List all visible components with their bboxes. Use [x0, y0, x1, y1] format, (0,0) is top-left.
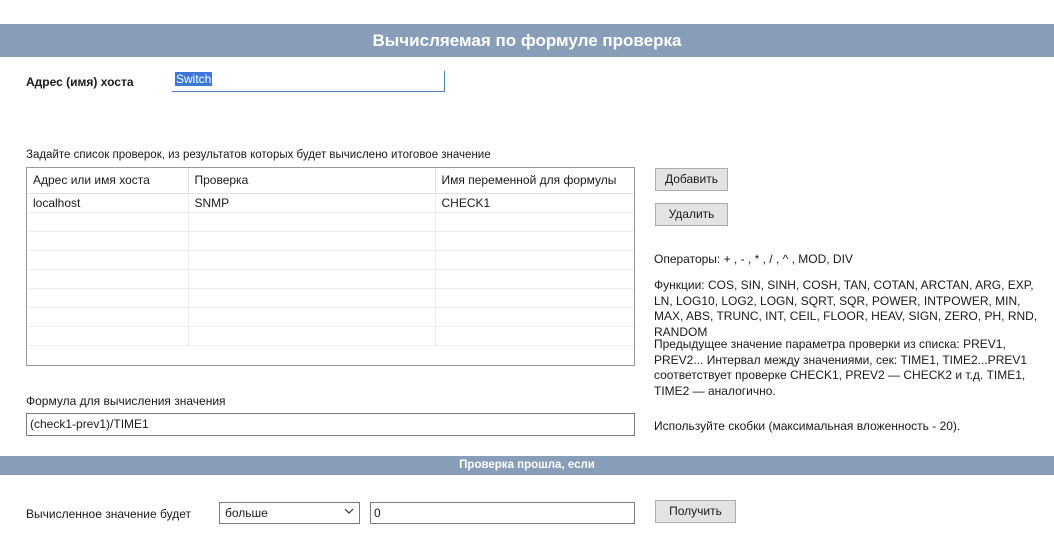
cell-host: localhost — [27, 193, 189, 213]
cell-check — [188, 288, 436, 308]
column-header-check[interactable]: Проверка — [188, 168, 436, 194]
delete-check-button[interactable]: Удалить — [655, 203, 728, 226]
table-row[interactable] — [27, 288, 634, 308]
cell-variable — [435, 326, 634, 346]
cell-check: SNMP — [188, 193, 436, 213]
checks-table[interactable]: Адрес или имя хоста Проверка Имя перемен… — [26, 167, 635, 366]
table-row[interactable] — [27, 326, 634, 346]
formula-input[interactable]: (check1-prev1)/TIME1 — [26, 413, 635, 436]
table-row[interactable]: localhost SNMP CHECK1 — [27, 193, 634, 213]
table-row[interactable] — [27, 307, 634, 327]
cell-host — [27, 250, 189, 270]
get-value-button[interactable]: Получить — [655, 500, 736, 523]
formula-label: Формула для вычисления значения — [26, 394, 226, 408]
column-header-variable[interactable]: Имя переменной для формулы — [435, 168, 634, 194]
cell-check — [188, 212, 436, 232]
cell-check — [188, 269, 436, 289]
threshold-value-input[interactable]: 0 — [370, 502, 635, 524]
functions-help: Функции: COS, SIN, SINH, COSH, TAN, COTA… — [654, 278, 1038, 339]
brackets-help: Используйте скобки (максимальная вложенн… — [654, 419, 961, 433]
cell-check — [188, 231, 436, 251]
page-title: Вычисляемая по формуле проверка — [0, 24, 1054, 57]
add-check-button[interactable]: Добавить — [655, 168, 728, 191]
table-row[interactable] — [27, 269, 634, 289]
cell-variable — [435, 288, 634, 308]
host-label: Адрес (имя) хоста — [26, 75, 134, 89]
table-row[interactable] — [27, 231, 634, 251]
cell-host — [27, 231, 189, 251]
cell-host — [27, 307, 189, 327]
operators-help: Операторы: + , - , * , / , ^ , MOD, DIV — [654, 252, 853, 266]
cell-variable — [435, 231, 634, 251]
cell-host — [27, 269, 189, 289]
cell-host — [27, 326, 189, 346]
cell-host — [27, 212, 189, 232]
cell-variable — [435, 307, 634, 327]
table-row[interactable] — [27, 250, 634, 270]
cell-host — [27, 288, 189, 308]
cell-variable — [435, 212, 634, 232]
cell-variable: CHECK1 — [435, 193, 634, 213]
cell-check — [188, 326, 436, 346]
host-input-value: Switch — [175, 72, 213, 86]
host-input[interactable]: Switch — [172, 71, 445, 92]
condition-section-title: Проверка прошла, если — [0, 456, 1054, 475]
previous-values-help: Предыдущее значение параметра проверки и… — [654, 337, 1028, 398]
column-header-host[interactable]: Адрес или имя хоста — [27, 168, 189, 194]
comparison-select[interactable]: больше — [219, 502, 360, 524]
checks-list-title: Задайте список проверок, из результатов … — [26, 149, 491, 161]
cell-variable — [435, 250, 634, 270]
table-header-row: Адрес или имя хоста Проверка Имя перемен… — [27, 168, 634, 194]
cell-variable — [435, 269, 634, 289]
table-row[interactable] — [27, 212, 634, 232]
cell-check — [188, 250, 436, 270]
comparison-select-value: больше — [225, 506, 268, 520]
condition-label: Вычисленное значение будет — [26, 507, 191, 521]
cell-check — [188, 307, 436, 327]
chevron-down-icon[interactable] — [344, 505, 354, 522]
